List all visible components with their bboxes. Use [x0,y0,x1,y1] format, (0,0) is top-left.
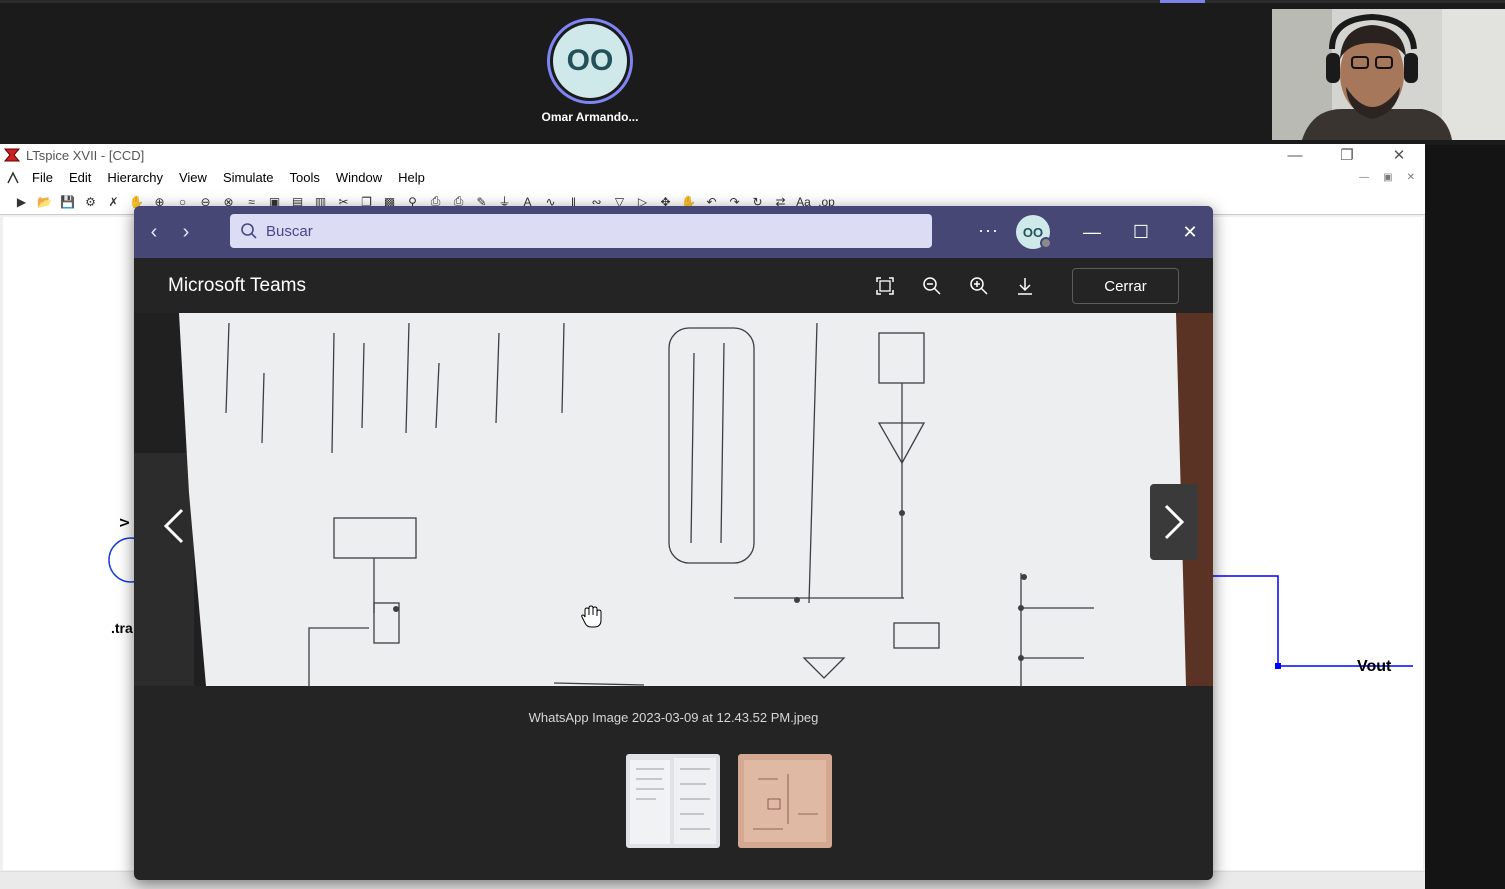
teams-image-viewer: ‹ › Buscar ··· OO — ☐ ✕ Microsoft Teams [134,206,1213,880]
open-folder-icon[interactable]: 📂 [35,193,54,210]
schematic-doc-icon [7,170,19,183]
control-panel-icon[interactable]: ⚙ [81,193,100,210]
restore-icon[interactable]: ❐ [1321,144,1373,166]
run-icon[interactable]: ▶ [12,193,31,210]
more-options-icon[interactable]: ··· [978,220,999,241]
ltspice-menubar: File Edit Hierarchy View Simulate Tools … [0,166,1425,189]
zoom-out-icon[interactable] [921,275,943,297]
next-image-button[interactable] [1150,484,1198,560]
viewer-header: Microsoft Teams Cerrar [134,258,1213,313]
mdi-restore-icon[interactable]: ▣ [1383,172,1392,183]
forward-icon[interactable]: › [174,220,198,244]
zoom-in-icon[interactable] [968,275,990,297]
menu-tools[interactable]: Tools [282,170,328,185]
search-input[interactable]: Buscar [230,214,932,248]
video-feed-image [1272,9,1505,140]
thumbnail-image [626,754,720,848]
teams-titlebar: ‹ › Buscar ··· OO — ☐ ✕ [134,206,1213,258]
fit-to-screen-icon[interactable] [874,275,896,297]
previous-image-button[interactable] [150,488,198,564]
handwritten-circuit-photo [134,313,1213,686]
back-icon[interactable]: ‹ [142,220,166,244]
mdi-controls: — ▣ ✕ [1359,172,1425,183]
participant-name: Omar Armando... [541,110,639,124]
thumbnail-circuit-sketch[interactable] [738,754,832,848]
teams-minimize-icon[interactable]: — [1077,217,1107,247]
ltspice-titlebar: LTspice XVII - [CCD] — ❐ ✕ [0,144,1425,166]
menu-hierarchy[interactable]: Hierarchy [99,170,171,185]
download-icon[interactable] [1014,275,1036,297]
self-video-tile[interactable] [1272,9,1505,140]
participant-avatar: OO [553,24,627,98]
presence-status-icon [1040,237,1052,249]
menu-view[interactable]: View [171,170,215,185]
hand-cursor-icon [581,605,602,628]
teams-maximize-icon[interactable]: ☐ [1126,217,1156,247]
thumbnail-notebook-page[interactable] [626,754,720,848]
mdi-close-icon[interactable]: ✕ [1407,172,1415,183]
menu-simulate[interactable]: Simulate [215,170,282,185]
tran-directive-label: .tra [111,620,133,636]
search-placeholder: Buscar [266,222,313,240]
chevron-left-icon [163,508,184,544]
save-icon[interactable]: 💾 [58,193,77,210]
menu-file[interactable]: File [20,170,61,185]
active-speaker-indicator [1160,0,1205,3]
close-viewer-button[interactable]: Cerrar [1072,268,1179,304]
thumbnail-image [738,754,832,848]
participant-avatar-ring: OO [547,18,633,104]
vout-net-label: Vout [1357,658,1392,675]
viewer-image[interactable] [134,313,1213,686]
svg-text:V: V [117,518,132,527]
menu-help[interactable]: Help [390,170,433,185]
minimize-icon[interactable]: — [1269,144,1321,166]
image-filename: WhatsApp Image 2023-03-09 at 12.43.52 PM… [528,710,819,725]
search-icon [241,223,257,239]
viewer-app-title: Microsoft Teams [168,275,306,296]
ltspice-window-title: LTspice XVII - [CCD] [26,147,145,163]
meeting-stage: OO Omar Armando... [0,0,1505,145]
mdi-minimize-icon[interactable]: — [1359,172,1369,183]
menu-window[interactable]: Window [328,170,390,185]
ltspice-app-icon [4,148,20,162]
menu-edit[interactable]: Edit [61,170,99,185]
teams-close-icon[interactable]: ✕ [1175,217,1205,247]
participant-tile[interactable]: OO Omar Armando... [540,18,640,124]
close-icon[interactable]: ✕ [1373,144,1425,166]
halt-icon[interactable]: ✗ [104,193,123,210]
stage-top-border [0,0,1505,3]
chevron-right-icon [1164,504,1185,540]
